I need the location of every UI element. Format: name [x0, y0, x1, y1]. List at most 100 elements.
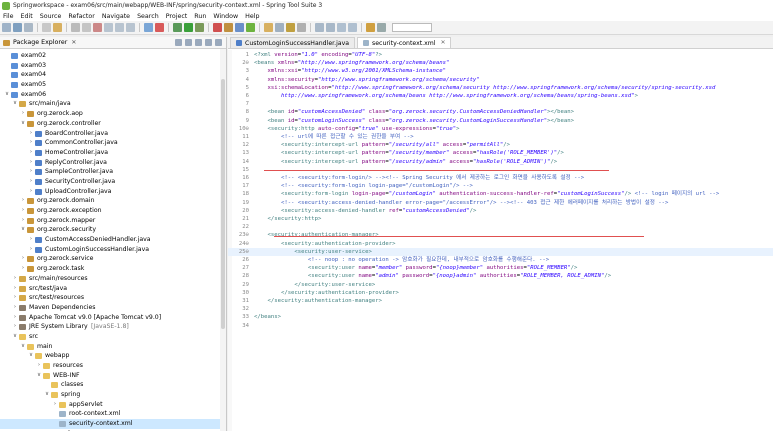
code-line[interactable]: 22: [228, 223, 773, 231]
tree-item[interactable]: › CommonController.java: [0, 138, 226, 148]
collapse-icon[interactable]: ∨: [36, 371, 42, 381]
code-line[interactable]: 11 <!-- url에 따른 접근할 수 있는 권한을 부여 -->: [228, 133, 773, 141]
package-explorer-tab[interactable]: Package Explorer ✕: [0, 37, 226, 49]
tree-item[interactable]: security-context.xml: [0, 419, 226, 429]
menu-window[interactable]: Window: [213, 13, 238, 20]
tree-item[interactable]: › BoardController.java: [0, 129, 226, 139]
tree-item[interactable]: › org.zerock.aop: [0, 109, 226, 119]
expand-icon[interactable]: ›: [20, 264, 26, 274]
quick-access-icon[interactable]: [366, 23, 375, 32]
print-icon[interactable]: [42, 23, 51, 32]
code-line[interactable]: 33 </beans>: [228, 313, 773, 321]
code-line[interactable]: 32: [228, 305, 773, 313]
collapse-all-icon[interactable]: [175, 39, 182, 46]
collapse-icon[interactable]: ∨: [20, 342, 26, 352]
tree-item[interactable]: › src/main/resources: [0, 274, 226, 284]
collapse-icon[interactable]: ∨: [12, 332, 18, 342]
expand-icon[interactable]: ›: [20, 254, 26, 264]
stop-server-icon[interactable]: [155, 23, 164, 32]
expand-icon[interactable]: ›: [20, 206, 26, 216]
tree-item[interactable]: ∨ webapp: [0, 351, 226, 361]
code-line[interactable]: 16 <!-- <security:form-login/> --><!-- S…: [228, 174, 773, 182]
minimize-icon[interactable]: [205, 39, 212, 46]
debug-icon[interactable]: [173, 23, 182, 32]
collapse-icon[interactable]: ∨: [20, 119, 26, 129]
tree-item[interactable]: › Apache Tomcat v9.0 [Apache Tomcat v9.0]: [0, 313, 226, 323]
code-line[interactable]: 13 <security:intercept-url pattern="/sec…: [228, 149, 773, 157]
code-line[interactable]: 6 http://www.springframework.org/schema/…: [228, 92, 773, 100]
code-line[interactable]: 27 <security:user name="member" password…: [228, 264, 773, 272]
tree-item[interactable]: ∨ org.zerock.security: [0, 225, 226, 235]
expand-icon[interactable]: ›: [28, 245, 34, 255]
back-icon[interactable]: [337, 23, 346, 32]
tree-item[interactable]: ∨ spring: [0, 390, 226, 400]
tree-item[interactable]: ∨ org.zerock.controller: [0, 119, 226, 129]
terminate-icon[interactable]: [93, 23, 102, 32]
close-icon[interactable]: ✕: [71, 39, 76, 46]
code-line[interactable]: 26 <!-- noop : no operation -> 암호화가 필요한데…: [228, 256, 773, 264]
expand-icon[interactable]: ›: [12, 322, 18, 332]
new-class-icon[interactable]: [235, 23, 244, 32]
code-line[interactable]: 12 <security:intercept-url pattern="/sec…: [228, 141, 773, 149]
code-line[interactable]: 7: [228, 100, 773, 108]
code-line[interactable]: 29 </security:user-service>: [228, 281, 773, 289]
expand-icon[interactable]: ›: [28, 167, 34, 177]
suspend-icon[interactable]: [82, 23, 91, 32]
open-type-icon[interactable]: [264, 23, 273, 32]
expand-icon[interactable]: ›: [28, 187, 34, 197]
tree-item[interactable]: › Maven Dependencies: [0, 303, 226, 313]
code-line[interactable]: 30 </security:authentication-provider>: [228, 289, 773, 297]
editor-tab[interactable]: security-context.xml ✕: [357, 37, 452, 48]
menu-file[interactable]: File: [3, 13, 14, 20]
code-line[interactable]: 19 <!-- <security:access-denied-handler …: [228, 199, 773, 207]
tree-item[interactable]: exam04: [0, 70, 226, 80]
run-icon[interactable]: [184, 23, 193, 32]
code-line[interactable]: 3 xmlns:xsi="http://www.w3.org/2001/XMLS…: [228, 67, 773, 75]
code-line[interactable]: 25⊖ <security:user-service>: [228, 247, 773, 256]
expand-icon[interactable]: ›: [36, 361, 42, 371]
tree-item[interactable]: › org.zerock.task: [0, 264, 226, 274]
code-line[interactable]: 20 <security:access-denied-handler ref="…: [228, 207, 773, 215]
menu-run[interactable]: Run: [194, 13, 206, 20]
code-line[interactable]: 14 <security:intercept-url pattern="/sec…: [228, 158, 773, 166]
code-line[interactable]: 18 <security:form-login login-page="/cus…: [228, 190, 773, 198]
expand-icon[interactable]: ›: [28, 158, 34, 168]
tree-item[interactable]: exam02: [0, 51, 226, 61]
search-icon[interactable]: [275, 23, 284, 32]
pin-icon[interactable]: [297, 23, 306, 32]
tree-item[interactable]: ∨ src/main/java: [0, 99, 226, 109]
tree-item[interactable]: ∨ WEB-INF: [0, 371, 226, 381]
expand-icon[interactable]: ›: [12, 303, 18, 313]
expand-icon[interactable]: ›: [20, 216, 26, 226]
resume-icon[interactable]: [71, 23, 80, 32]
tree-item[interactable]: › org.zerock.exception: [0, 206, 226, 216]
tree-item[interactable]: › JRE System Library [JavaSE-1.8]: [0, 322, 226, 332]
code-line[interactable]: 9 <bean id="customLoginSuccess" class="o…: [228, 117, 773, 125]
forward-icon[interactable]: [348, 23, 357, 32]
tree-item[interactable]: exam05: [0, 80, 226, 90]
previous-annotation-icon[interactable]: [326, 23, 335, 32]
tree-item[interactable]: › org.zerock.mapper: [0, 216, 226, 226]
tree-item[interactable]: › HomeController.java: [0, 148, 226, 158]
view-menu-icon[interactable]: [195, 39, 202, 46]
annotation-icon[interactable]: [286, 23, 295, 32]
next-annotation-icon[interactable]: [315, 23, 324, 32]
link-editor-icon[interactable]: [185, 39, 192, 46]
coverage-icon[interactable]: [213, 23, 222, 32]
tree-item[interactable]: ∨ src: [0, 332, 226, 342]
code-line[interactable]: 24⊖ <security:authentication-provider>: [228, 240, 773, 248]
step-into-icon[interactable]: [104, 23, 113, 32]
expand-icon[interactable]: ›: [12, 274, 18, 284]
menu-help[interactable]: Help: [245, 13, 259, 20]
code-line[interactable]: 10⊖ <security:http auto-config="true" us…: [228, 125, 773, 133]
code-line[interactable]: 28 <security:user name="admin" password=…: [228, 272, 773, 280]
open-folder-icon[interactable]: [53, 23, 62, 32]
expand-icon[interactable]: ›: [28, 177, 34, 187]
expand-icon[interactable]: ›: [28, 129, 34, 139]
save-icon[interactable]: [13, 23, 22, 32]
menu-project[interactable]: Project: [166, 13, 188, 20]
tree-item[interactable]: › src/test/java: [0, 284, 226, 294]
expand-icon[interactable]: ›: [52, 400, 58, 410]
tree-item[interactable]: › SampleController.java: [0, 167, 226, 177]
collapse-icon[interactable]: ∨: [20, 225, 26, 235]
